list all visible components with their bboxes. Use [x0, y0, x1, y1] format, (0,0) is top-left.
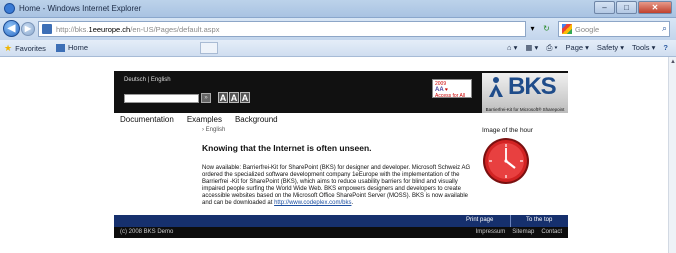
page-viewport: Deutsch | English » A A A 2009 AA ♥ Acce…	[0, 57, 668, 253]
favorites-button[interactable]: ★ Favorites	[4, 43, 46, 54]
star-icon: ★	[4, 43, 13, 53]
article-body: Now available: Barrierfrei-Kit for Share…	[202, 165, 471, 206]
access-award-badge: 2009 AA ♥ Access for All	[432, 79, 472, 99]
forward-button[interactable]: ▶	[21, 22, 35, 36]
help-icon[interactable]: ?	[663, 43, 668, 53]
language-switch[interactable]: Deutsch | English	[124, 77, 171, 83]
address-url: http://bks.1eeurope.ch/en-US/Pages/defau…	[56, 25, 220, 34]
nav-examples[interactable]: Examples	[187, 115, 222, 124]
favorites-label: Favorites	[15, 44, 46, 53]
tab-home[interactable]: Home	[56, 43, 88, 52]
page-title: Knowing that the Internet is often unsee…	[202, 143, 372, 153]
font-size-controls: A A A	[218, 92, 250, 103]
vertical-scrollbar[interactable]: ▲	[668, 57, 676, 253]
site-header: Deutsch | English » A A A 2009 AA ♥ Acce…	[114, 71, 568, 113]
search-placeholder: Google	[575, 25, 600, 34]
google-icon	[562, 24, 572, 34]
address-bar[interactable]: http://bks.1eeurope.ch/en-US/Pages/defau…	[38, 21, 526, 37]
print-icon[interactable]: ⎙ ▾	[546, 43, 557, 53]
close-button[interactable]: ✕	[638, 1, 672, 14]
refresh-icon[interactable]: ↻	[541, 23, 552, 34]
logo-tagline: Barrierfrei-Kit for Microsoft® Sharepoin…	[485, 107, 565, 112]
feeds-icon[interactable]: ▦ ▾	[525, 43, 538, 53]
clock-image	[483, 138, 529, 184]
back-button[interactable]: ◀	[3, 20, 20, 37]
award-subtitle: Access for All	[435, 93, 466, 99]
ie-icon	[4, 3, 15, 14]
tab-label: Home	[68, 43, 89, 52]
to-top-link[interactable]: To the top	[526, 217, 552, 223]
footer-link-contact[interactable]: Contact	[541, 229, 562, 235]
bks-logo: BKS Barrierfrei-Kit for Microsoft® Share…	[482, 73, 568, 113]
bks-site: Deutsch | English » A A A 2009 AA ♥ Acce…	[114, 71, 568, 238]
safety-menu[interactable]: Safety ▾	[597, 43, 624, 53]
footer-link-impressum[interactable]: Impressum	[476, 229, 506, 235]
breadcrumb[interactable]: › English	[202, 127, 225, 133]
dropdown-icon[interactable]: ▾	[527, 23, 538, 34]
site-footer: (c) 2008 BKS Demo Impressum Sitemap Cont…	[114, 227, 568, 238]
font-small-button[interactable]: A	[218, 92, 228, 103]
nav-documentation[interactable]: Documentation	[120, 115, 174, 124]
page-icon	[42, 24, 52, 34]
logo-word: BKS	[508, 73, 557, 100]
title-bar: Home - Windows Internet Explorer – □ ✕	[0, 0, 676, 18]
font-medium-button[interactable]: A	[229, 92, 239, 103]
command-bar: ⌂ ▾ ▦ ▾ ⎙ ▾ Page ▾ Safety ▾ Tools ▾ ?	[507, 43, 668, 53]
accessibility-figure-icon	[488, 77, 504, 97]
site-search-button[interactable]: »	[201, 93, 211, 103]
site-search-input[interactable]	[124, 94, 199, 103]
window-controls: – □ ✕	[594, 1, 672, 14]
footer-links: Impressum Sitemap Contact	[476, 229, 562, 235]
image-of-hour-title: Image of the hour	[482, 127, 533, 134]
tab-page-icon	[56, 43, 65, 52]
minimize-button[interactable]: –	[594, 1, 615, 14]
scroll-up-icon[interactable]: ▲	[670, 59, 676, 65]
page-menu[interactable]: Page ▾	[566, 43, 589, 53]
search-icon[interactable]: ⌕	[662, 23, 667, 34]
footer-bar: Print page To the top	[114, 215, 568, 227]
footer-divider	[510, 215, 511, 227]
address-toolbar: ◀ ▶ http://bks.1eeurope.ch/en-US/Pages/d…	[0, 18, 676, 40]
home-icon[interactable]: ⌂ ▾	[507, 43, 517, 53]
favorites-bar: ★ Favorites Home ⌂ ▾ ▦ ▾ ⎙ ▾ Page ▾ Safe…	[0, 40, 676, 57]
tools-menu[interactable]: Tools ▾	[632, 43, 655, 53]
copyright: (c) 2008 BKS Demo	[120, 229, 174, 235]
new-tab-button[interactable]	[200, 42, 218, 54]
maximize-button[interactable]: □	[616, 1, 637, 14]
codeplex-link[interactable]: http://www.codeplex.com/bks	[274, 200, 351, 206]
search-box[interactable]: Google ⌕	[558, 21, 670, 37]
nav-background[interactable]: Background	[235, 115, 278, 124]
top-navigation: Documentation Examples Background	[120, 115, 278, 124]
footer-link-sitemap[interactable]: Sitemap	[512, 229, 534, 235]
font-large-button[interactable]: A	[240, 92, 250, 103]
print-page-link[interactable]: Print page	[466, 217, 493, 223]
window-title: Home - Windows Internet Explorer	[19, 4, 142, 13]
